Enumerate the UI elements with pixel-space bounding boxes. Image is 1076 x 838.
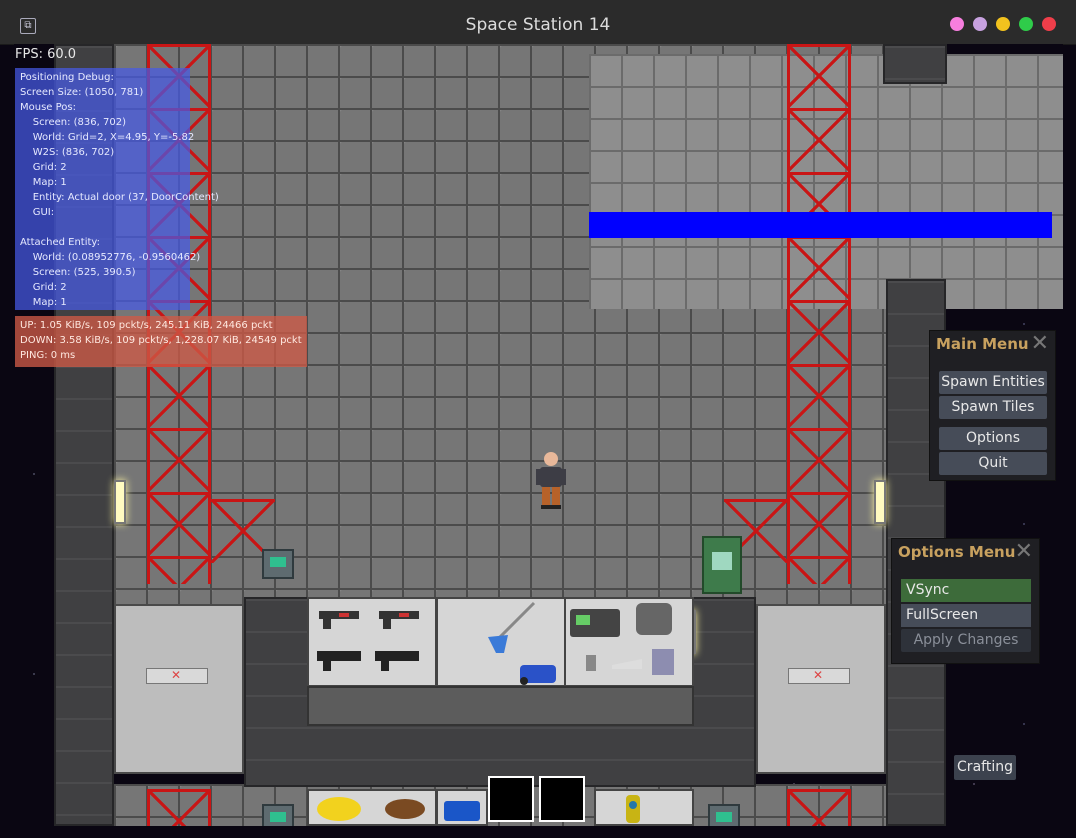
title-bar[interactable]: ⧉ Space Station 14 [0,0,1076,45]
wall-computer-lower-right[interactable] [708,804,740,826]
lower-shelf-middle[interactable] [436,789,488,826]
wall-computer-lower-left[interactable] [262,804,294,826]
pin-button[interactable] [950,17,964,31]
fullscreen-toggle[interactable]: FullScreen [901,604,1031,627]
right-airlock-door[interactable]: ✕ [756,604,886,774]
debug-line: Mouse Pos: [20,102,76,113]
main-menu-close-icon[interactable]: ✕ [1031,331,1049,356]
wall-lamp-left [114,480,126,524]
wall-lamp-right [874,480,886,524]
equipment-shelf[interactable] [564,597,694,687]
left-hand-slot[interactable] [488,776,534,822]
debug-line: W2S: (836, 702) [20,147,115,158]
options-menu-close-icon[interactable]: ✕ [1015,539,1033,564]
debug-line: Screen: (525, 390.5) [20,267,136,278]
device-icon [626,795,640,823]
right-girder [787,44,851,584]
fps-counter: FPS: 60.0 [15,47,77,62]
right-wall-top [883,44,947,84]
toolbox-icon [444,801,480,821]
spawn-entities-button[interactable]: Spawn Entities [939,371,1047,394]
options-menu-panel: Options Menu ✕ VSync FullScreen Apply Ch… [891,538,1040,664]
wall-computer-left[interactable] [262,549,294,579]
debug-line: Grid: 2 [20,282,67,293]
door-cross-icon: ✕ [170,668,182,682]
debug-line: Attached Entity: [20,237,100,248]
debug-line [20,220,185,235]
counter-table [307,686,694,726]
player-character[interactable] [534,451,568,511]
debug-line: World: Grid=2, X=4.95, Y=-5.82 [20,132,195,143]
crafting-button[interactable]: Crafting [954,755,1016,780]
debug-line: Grid: 2 [20,162,67,173]
network-debug-panel: UP: 1.05 KiB/s, 109 pckt/s, 245.11 KiB, … [15,316,307,367]
debug-line: World: (0.08952776, -0.9560462) [20,252,201,263]
close-button[interactable] [1042,17,1056,31]
network-stat-line: DOWN: 3.58 KiB/s, 109 pckt/s, 1,228.07 K… [20,335,302,346]
spawn-tiles-button[interactable]: Spawn Tiles [939,396,1047,419]
door-cross-icon: ✕ [812,668,824,682]
window-title: Space Station 14 [465,15,611,35]
maximize-button[interactable] [1019,17,1033,31]
equipment-icons [570,603,674,675]
positioning-debug-panel: Positioning Debug: Screen Size: (1050, 78… [15,68,219,310]
network-stat-line: UP: 1.05 KiB/s, 109 pckt/s, 245.11 KiB, … [20,320,273,331]
shade-button[interactable] [973,17,987,31]
lower-shelf-left[interactable] [307,789,437,826]
apply-changes-button[interactable]: Apply Changes [901,629,1031,652]
options-menu-title: Options Menu [898,543,1016,561]
janitor-shelf[interactable] [436,597,566,687]
right-girder-lower [787,789,851,826]
debug-line: Entity: Actual door (37, DoorContent) [20,192,219,203]
main-menu-title: Main Menu [936,335,1029,353]
debug-line: Screen Size: (1050, 781) [20,87,144,98]
main-menu-panel: Main Menu ✕ Spawn Entities Spawn Tiles O… [929,330,1056,481]
debug-highlight-bar [589,212,1052,238]
minimize-button[interactable] [996,17,1010,31]
debug-line: Map: 1 [20,297,67,308]
debug-line: GUI: [20,207,55,218]
network-stat-line: PING: 0 ms [20,350,76,361]
vsync-toggle[interactable]: VSync [901,579,1031,602]
right-hand-slot[interactable] [539,776,585,822]
belt-and-gloves-icons [317,797,425,821]
debug-line: Screen: (836, 702) [20,117,126,128]
weapons-shelf[interactable] [307,597,437,687]
mop-and-bucket-icons [488,601,556,685]
left-girder-lower [147,789,211,826]
lower-shelf-right[interactable] [594,789,694,826]
debug-line: Map: 1 [20,177,67,188]
game-window: ⧉ Space Station 14 ✕ ✕ FPS: 60.0 Positio… [0,0,1076,838]
left-airlock-door[interactable]: ✕ [114,604,244,774]
vending-machine[interactable] [702,536,742,594]
rifle-icons [317,611,419,671]
options-button[interactable]: Options [939,427,1047,450]
quit-button[interactable]: Quit [939,452,1047,475]
debug-line: Positioning Debug: [20,72,114,83]
